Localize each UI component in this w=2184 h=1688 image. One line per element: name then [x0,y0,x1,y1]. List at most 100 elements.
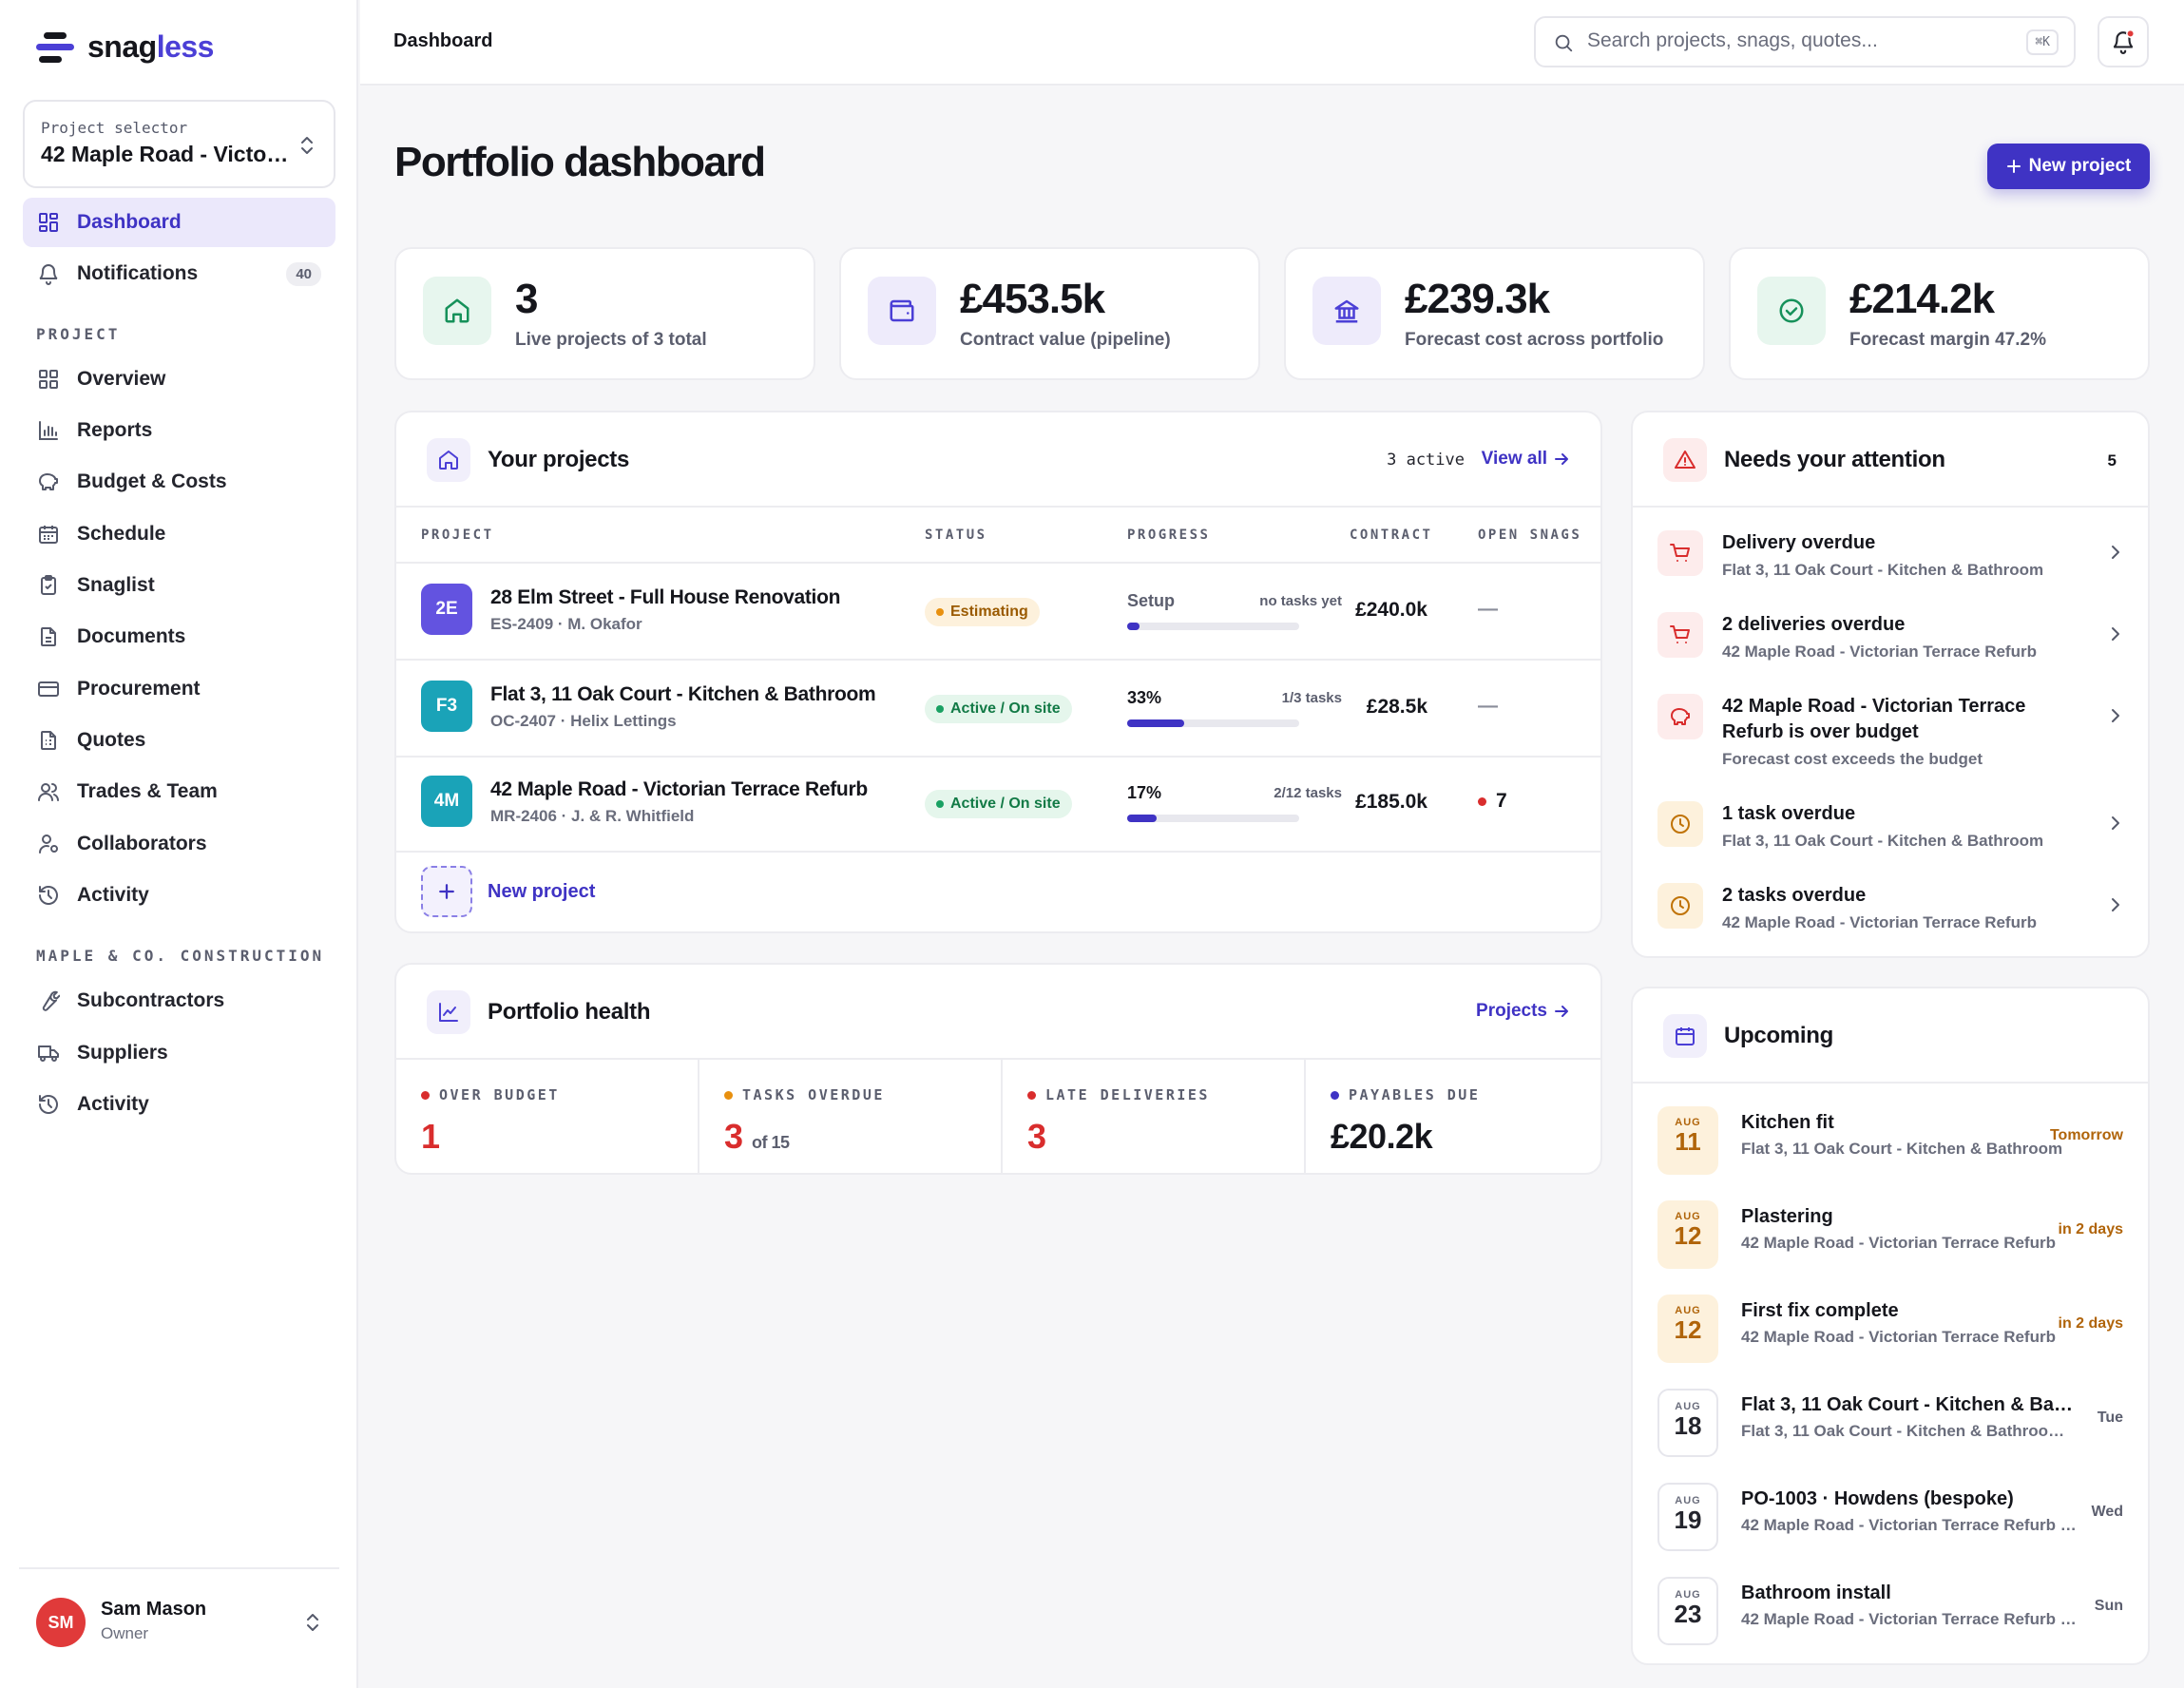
sidebar-item-company-activity[interactable]: Activity [23,1080,335,1129]
table-row[interactable]: 4M 42 Maple Road - Victorian Terrace Ref… [396,756,1600,851]
health-stat-tasks-overdue[interactable]: TASKS OVERDUE 3 of 15 [699,1060,1002,1173]
health-stat-payables-due[interactable]: PAYABLES DUE £20.2k [1306,1060,1600,1173]
date-badge: AUG 19 [1657,1483,1718,1551]
search-box[interactable]: ⌘K [1534,16,2076,67]
open-snags-value: — [1478,695,1498,717]
clipboard-check-icon [41,575,56,595]
health-stat-over-budget[interactable]: OVER BUDGET 1 [396,1060,699,1173]
sidebar-item-budget-costs[interactable]: Budget & Costs [23,457,335,507]
table-row[interactable]: F3 Flat 3, 11 Oak Court - Kitchen & Bath… [396,661,1600,756]
health-stat-late-deliveries[interactable]: LATE DELIVERIES 3 [1003,1060,1305,1173]
sidebar-item-suppliers[interactable]: Suppliers [23,1028,335,1078]
user-menu[interactable]: SM Sam Mason Owner [19,1567,339,1672]
card-icon-badge [427,438,470,482]
attention-title: 2 deliveries overdue [1722,614,1906,635]
sidebar-item-label: Suppliers [77,1042,168,1064]
sidebar-item-schedule[interactable]: Schedule [23,509,335,559]
upcoming-item[interactable]: AUG 12 Plastering 42 Maple Road - Victori… [1633,1200,2148,1276]
document-icon [41,627,56,646]
credit-card-icon [38,681,59,697]
attention-icon-badge [1657,883,1703,929]
chevrons-up-down-icon [301,137,313,154]
history-icon [39,886,58,905]
kpi-value: £214.2k [1849,276,1995,322]
search-icon [1555,34,1573,52]
brand-name: snagless [87,29,214,64]
sidebar-item-procurement[interactable]: Procurement [23,664,335,714]
card-title: Needs your attention [1724,447,1945,472]
upcoming-item[interactable]: AUG 23 Bathroom install 42 Maple Road - V… [1633,1577,2148,1653]
sidebar-item-trades-team[interactable]: Trades & Team [23,767,335,816]
sidebar-item-label: Procurement [77,678,201,700]
search-input[interactable] [1587,29,2005,52]
attention-sub: Flat 3, 11 Oak Court - Kitchen & Bathroo… [1722,561,2044,579]
upcoming-item[interactable]: AUG 12 First fix complete 42 Maple Road -… [1633,1295,2148,1371]
kpi-value: £239.3k [1405,276,1550,322]
upcoming-when: in 2 days [2058,1315,2123,1332]
sidebar-item-label: Activity [77,884,149,906]
kpi-card-forecast-margin: £214.2k Forecast margin 47.2% [1729,247,2150,380]
sidebar-item-subcontractors[interactable]: Subcontractors [23,976,335,1026]
sidebar-item-label: Quotes [77,729,146,751]
grid-icon [39,370,58,389]
status-badge: Active / On site [925,790,1072,818]
upcoming-item[interactable]: AUG 11 Kitchen fit Flat 3, 11 Oak Court -… [1633,1106,2148,1182]
projects-card: Your projects 3 active View all PROJECT … [394,411,1602,933]
kpi-label: Live projects of 3 total [515,330,707,350]
sidebar-item-quotes[interactable]: Quotes [23,716,335,765]
upcoming-when: Tomorrow [2049,1127,2123,1143]
new-project-button[interactable]: New project [1987,144,2150,189]
contract-value: £240.0k [1355,599,1427,621]
chevron-right-icon [2112,627,2119,641]
attention-card-header: Needs your attention [1663,438,1945,482]
sidebar-item-dashboard[interactable]: Dashboard [23,198,335,247]
kpi-icon-badge [1312,277,1381,345]
progress-bar [1127,623,1299,630]
column-header-project: PROJECT [421,528,494,543]
kpi-card-contract-value: £453.5k Contract value (pipeline) [839,247,1260,380]
sidebar-item-label: Schedule [77,523,166,545]
calendar-icon [39,526,58,544]
projects-link[interactable]: Projects [1476,1001,1569,1022]
health-stat-sub: of 15 [752,1133,790,1152]
logo[interactable]: snagless [36,29,214,65]
sidebar-item-notifications[interactable]: Notifications 40 [23,249,335,298]
sidebar-item-collaborators[interactable]: Collaborators [23,819,335,869]
project-selector[interactable]: Project selector 42 Maple Road - Victori… [23,100,335,188]
attention-title: 1 task overdue [1722,803,1856,824]
sidebar-item-activity[interactable]: Activity [23,871,335,920]
contract-value: £28.5k [1366,696,1427,718]
open-snags: — [1478,598,1498,621]
notifications-button[interactable] [2098,16,2149,67]
receipt-icon [41,731,56,750]
table-row[interactable]: 2E 28 Elm Street - Full House Renovation… [396,564,1600,659]
upcoming-item[interactable]: AUG 19 PO-1003 · Howdens (bespoke) 42 Map… [1633,1483,2148,1559]
upcoming-item[interactable]: AUG 18 Flat 3, 11 Oak Court - Kitchen & B… [1633,1389,2148,1465]
column-header-contract: CONTRACT [1350,528,1433,543]
line-chart-icon [439,1003,458,1022]
projects-card-header: Your projects [427,438,629,482]
sidebar-item-documents[interactable]: Documents [23,612,335,662]
open-snags-value: — [1478,598,1498,620]
health-stat-label: PAYABLES DUE [1331,1086,1480,1103]
upcoming-sub: Flat 3, 11 Oak Court - Kitchen & Bathroo… [1741,1422,2079,1440]
sidebar-item-reports[interactable]: Reports [23,406,335,455]
status-label: Estimating [950,604,1028,620]
progress-fill [1127,815,1157,822]
sidebar-item-snaglist[interactable]: Snaglist [23,561,335,610]
health-stat-value: 1 [421,1117,440,1156]
upcoming-sub: 42 Maple Road - Victorian Terrace Refurb… [1741,1516,2079,1534]
new-project-row-button[interactable]: New project [421,866,595,917]
card-title: Upcoming [1724,1023,1833,1048]
view-all-link[interactable]: View all [1482,449,1569,470]
attention-count: 5 [2107,451,2117,470]
sidebar-item-label: Trades & Team [77,780,218,802]
upcoming-title: Plastering [1741,1206,1833,1227]
date-badge: AUG 12 [1657,1295,1718,1363]
notification-count-badge: 40 [286,262,321,286]
sidebar-item-label: Snaglist [77,574,155,596]
attention-sub: Forecast cost exceeds the budget [1722,750,1983,768]
upcoming-title: Kitchen fit [1741,1112,1834,1133]
attention-sub: Flat 3, 11 Oak Court - Kitchen & Bathroo… [1722,832,2044,850]
sidebar-item-overview[interactable]: Overview [23,355,335,404]
